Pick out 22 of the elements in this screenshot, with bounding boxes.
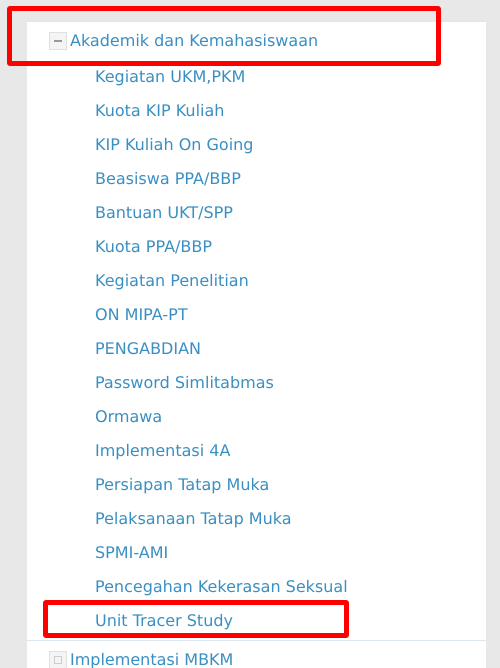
menu-link[interactable]: ON MIPA-PT — [95, 303, 188, 327]
toggle-button[interactable] — [49, 651, 67, 668]
menu-link[interactable]: Password Simlitabmas — [95, 371, 274, 395]
menu-link[interactable]: Implementasi 4A — [95, 439, 230, 463]
section-link[interactable]: Akademik dan Kemahasiswaan — [70, 29, 318, 53]
menu-link[interactable]: Pelaksanaan Tatap Muka — [95, 507, 292, 531]
expand-icon — [54, 656, 62, 664]
menu-link[interactable]: Ormawa — [95, 405, 162, 429]
menu-link[interactable]: Kegiatan Penelitian — [95, 269, 249, 293]
menu-link[interactable]: Kuota PPA/BBP — [95, 235, 212, 259]
toggle-button[interactable] — [49, 32, 67, 50]
menu-link[interactable]: Persiapan Tatap Muka — [95, 473, 270, 497]
menu-link[interactable]: Kuota KIP Kuliah — [95, 99, 224, 123]
menu-link[interactable]: Unit Tracer Study — [95, 609, 233, 633]
menu-link[interactable]: KIP Kuliah On Going — [95, 133, 254, 157]
menu-link[interactable]: Kegiatan UKM,PKM — [95, 65, 246, 89]
menu-link[interactable]: SPMI-AMI — [95, 541, 168, 565]
menu-link[interactable]: Beasiswa PPA/BBP — [95, 167, 241, 191]
menu-link[interactable]: Pencegahan Kekerasan Seksual — [95, 575, 348, 599]
menu-link[interactable]: Bantuan UKT/SPP — [95, 201, 233, 225]
section-link[interactable]: Implementasi MBKM — [70, 648, 234, 668]
menu-link[interactable]: PENGABDIAN — [95, 337, 201, 361]
